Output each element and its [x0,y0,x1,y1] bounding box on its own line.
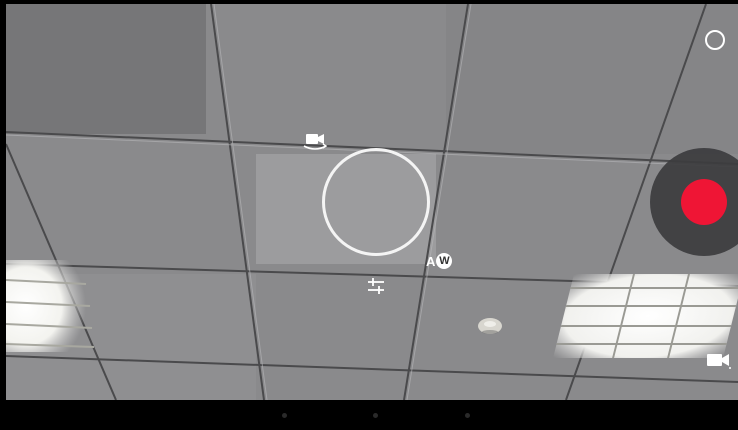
navigation-bar [0,400,738,430]
home-button[interactable] [373,413,378,418]
camera-screen: A W [0,0,738,430]
recents-button[interactable] [465,413,470,418]
back-button[interactable] [282,413,287,418]
record-dot [681,179,727,225]
settings-sliders-icon[interactable] [366,276,386,296]
focus-ring [322,148,430,256]
switch-camera-icon[interactable] [302,130,328,152]
video-mode-icon[interactable] [706,351,732,369]
mode-circle-icon[interactable] [705,30,725,50]
white-balance-label: A [426,253,436,269]
white-balance-badge: W [436,253,453,269]
smoke-detector [478,318,502,334]
white-balance-indicator[interactable]: A W [426,252,453,270]
